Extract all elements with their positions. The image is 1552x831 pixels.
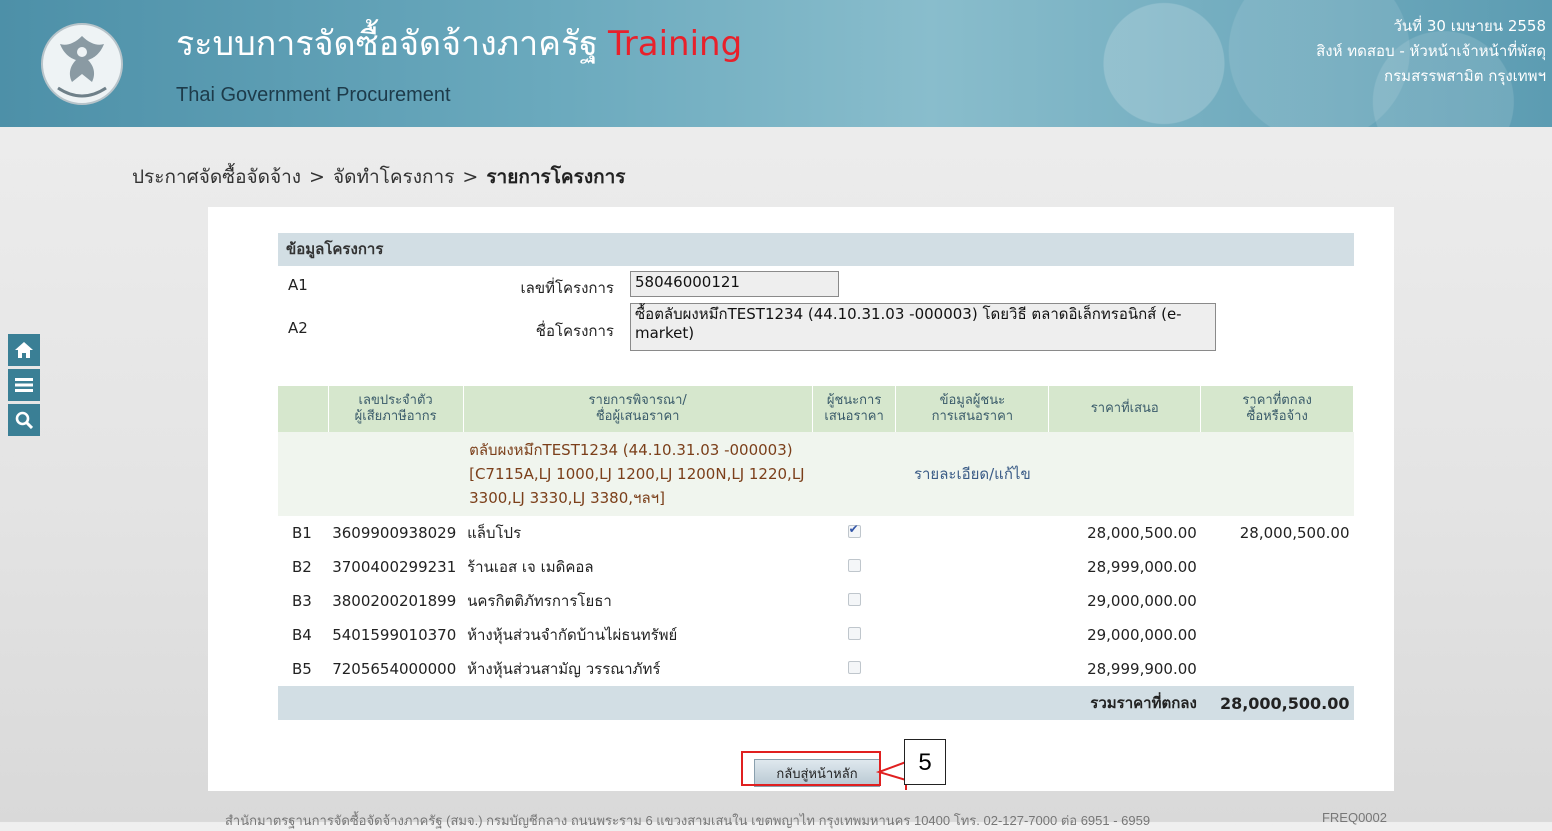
- row-offer-price: 29,000,000.00: [1087, 592, 1197, 610]
- col-header-tax-id: เลขประจำตัว ผู้เสียภาษีอากร: [328, 386, 464, 432]
- app-title-text: ระบบการจัดซื้อจัดจ้างภาครัฐ: [176, 24, 599, 64]
- user-info: วันที่ 30 เมษายน 2558 สิงห์ ทดสอบ - หัวห…: [1316, 14, 1546, 89]
- breadcrumb-separator: >: [462, 166, 479, 188]
- annotation-step-number: 5: [904, 739, 946, 785]
- col-header-agreed-price: ราคาที่ตกลง ซื้อหรือจ้าง: [1200, 386, 1354, 432]
- winner-checkbox-cell: [812, 550, 896, 584]
- col-header-winner-info: ข้อมูลผู้ชนะ การเสนอราคา: [895, 386, 1050, 432]
- row-agreed-price: [1201, 652, 1354, 686]
- cell-empty: [1048, 432, 1201, 516]
- search-icon[interactable]: [8, 404, 40, 436]
- detail-edit-link[interactable]: รายละเอียด/แก้ไข: [895, 432, 1049, 516]
- cell-empty: [896, 516, 1049, 550]
- cell-empty: [896, 652, 1049, 686]
- training-label: Training: [608, 24, 743, 64]
- table-row: B5 7205654000000 ห้างหุ้นส่วนสามัญ วรรณา…: [278, 652, 1354, 686]
- table-header-row: เลขประจำตัว ผู้เสียภาษีอากร รายการพิจารณา…: [278, 386, 1354, 432]
- col-header-code: [278, 386, 329, 432]
- breadcrumb-current: รายการโครงการ: [486, 166, 626, 188]
- winner-checkbox-cell: [812, 516, 896, 550]
- header-banner: ระบบการจัดซื้อจัดจ้างภาครัฐ Training Thai…: [0, 0, 1552, 127]
- bid-results-table: เลขประจำตัว ผู้เสียภาษีอากร รายการพิจารณา…: [278, 386, 1354, 720]
- winner-checkbox-checked[interactable]: [847, 522, 861, 538]
- row-offer-price: 29,000,000.00: [1087, 626, 1197, 644]
- project-name-field: ซื้อตลับผงหมึกTEST1234 (44.10.31.03 -000…: [630, 303, 1216, 351]
- app-subtitle: Thai Government Procurement: [176, 84, 451, 106]
- footer-address: สำนักมาตรฐานการจัดซื้อจัดจ้างภาครัฐ (สมจ…: [225, 813, 1151, 828]
- row-bidder-name: ห้างหุ้นส่วนสามัญ วรรณาภัทร์: [467, 660, 661, 678]
- app-title: ระบบการจัดซื้อจัดจ้างภาครัฐ Training: [176, 16, 742, 70]
- col-header-winner: ผู้ชนะการ เสนอราคา: [812, 386, 897, 432]
- row-offer-price: 28,000,500.00: [1087, 524, 1197, 542]
- cell-empty: [896, 550, 1049, 584]
- row-offer-price: 28,999,000.00: [1087, 558, 1197, 576]
- total-row: รวมราคาที่ตกลง 28,000,500.00: [278, 686, 1354, 720]
- footer-page-code: FREQ0002: [1321, 810, 1387, 825]
- home-icon[interactable]: [8, 334, 40, 366]
- row-code: B2: [292, 558, 312, 576]
- row-code: B4: [292, 626, 312, 644]
- row-agreed-price: 28,000,500.00: [1239, 524, 1350, 542]
- total-label: รวมราคาที่ตกลง: [1048, 686, 1201, 720]
- row-code: B1: [292, 524, 312, 542]
- breadcrumb: ประกาศจัดซื้อจัดจ้าง > จัดทำโครงการ > รายการ…: [132, 162, 626, 192]
- item-description: ตลับผงหมึกTEST1234 (44.10.31.03 -000003)…: [463, 432, 813, 516]
- winner-checkbox-cell: [812, 584, 896, 618]
- annotation-highlight-box: [741, 751, 881, 786]
- project-number-field: 58046000121: [630, 271, 839, 297]
- cell-empty: [896, 618, 1049, 652]
- breadcrumb-separator: >: [309, 166, 325, 188]
- field-code-a2: A2: [288, 319, 308, 337]
- comptroller-logo-icon: [41, 23, 123, 105]
- user-organization: กรมสรรพสามิต กรุงเทพฯ: [1384, 67, 1546, 85]
- winner-checkbox[interactable]: [847, 661, 861, 674]
- row-tax-id: 5401599010370: [332, 626, 457, 644]
- table-row: B2 3700400299231 ร้านเอส เจ เมดิคอล 28,9…: [278, 550, 1354, 584]
- item-detail-row: ตลับผงหมึกTEST1234 (44.10.31.03 -000003)…: [278, 432, 1354, 516]
- row-agreed-price: [1201, 550, 1354, 584]
- current-date: วันที่ 30 เมษายน 2558: [1393, 17, 1547, 35]
- winner-checkbox-cell: [812, 618, 896, 652]
- row-code: B5: [292, 660, 312, 678]
- row-tax-id: 7205654000000: [332, 660, 457, 678]
- cell-empty: [328, 432, 464, 516]
- col-header-offer-price: ราคาที่เสนอ: [1048, 386, 1202, 432]
- winner-checkbox[interactable]: [847, 559, 861, 572]
- cell-empty: [278, 432, 329, 516]
- field-code-a1: A1: [288, 276, 308, 294]
- winner-checkbox[interactable]: [847, 627, 861, 640]
- project-number-label: เลขที่โครงการ: [520, 279, 615, 297]
- project-info-header: ข้อมูลโครงการ: [278, 233, 1354, 266]
- table-row: B4 5401599010370 ห้างหุ้นส่วนจำกัดบ้านไผ…: [278, 618, 1354, 652]
- row-code: B3: [292, 592, 312, 610]
- project-name-label: ชื่อโครงการ: [535, 322, 614, 340]
- row-bidder-name: ร้านเอส เจ เมดิคอล: [467, 558, 594, 576]
- winner-checkbox[interactable]: [847, 593, 861, 606]
- winner-checkbox-cell: [812, 652, 896, 686]
- row-bidder-name: ห้างหุ้นส่วนจำกัดบ้านไผ่ธนทรัพย์: [467, 626, 678, 644]
- main-panel: ข้อมูลโครงการ A1 เลขที่โครงการ 580460001…: [208, 207, 1394, 791]
- row-tax-id: 3609900938029: [332, 524, 457, 542]
- cell-empty: [812, 432, 896, 516]
- row-offer-price: 28,999,900.00: [1087, 660, 1197, 678]
- total-value: 28,000,500.00: [1200, 686, 1354, 720]
- row-tax-id: 3800200201899: [332, 592, 457, 610]
- row-bidder-name: แล็บโปร: [467, 524, 522, 542]
- cell-empty: [278, 686, 1049, 720]
- table-row: B3 3800200201899 นครกิตติภัทรการโยธา 29,…: [278, 584, 1354, 618]
- row-agreed-price: [1201, 584, 1354, 618]
- row-agreed-price: [1201, 618, 1354, 652]
- table-row: B1 3609900938029 แล็บโปร 28,000,500.00 2…: [278, 516, 1354, 550]
- col-header-item: รายการพิจารณา/ชื่อผู้เสนอราคา: [463, 386, 813, 432]
- row-bidder-name: นครกิตติภัทรการโยธา: [467, 592, 612, 610]
- user-name-role: สิงห์ ทดสอบ - หัวหน้าเจ้าหน้าที่พัสดุ: [1316, 42, 1546, 60]
- breadcrumb-item-create-project[interactable]: จัดทำโครงการ: [333, 166, 454, 188]
- cell-empty: [896, 584, 1049, 618]
- menu-icon[interactable]: [8, 369, 40, 401]
- cell-empty: [1200, 432, 1354, 516]
- breadcrumb-item-announcement[interactable]: ประกาศจัดซื้อจัดจ้าง: [132, 166, 301, 188]
- side-toolbar: [8, 334, 40, 439]
- row-tax-id: 3700400299231: [332, 558, 457, 576]
